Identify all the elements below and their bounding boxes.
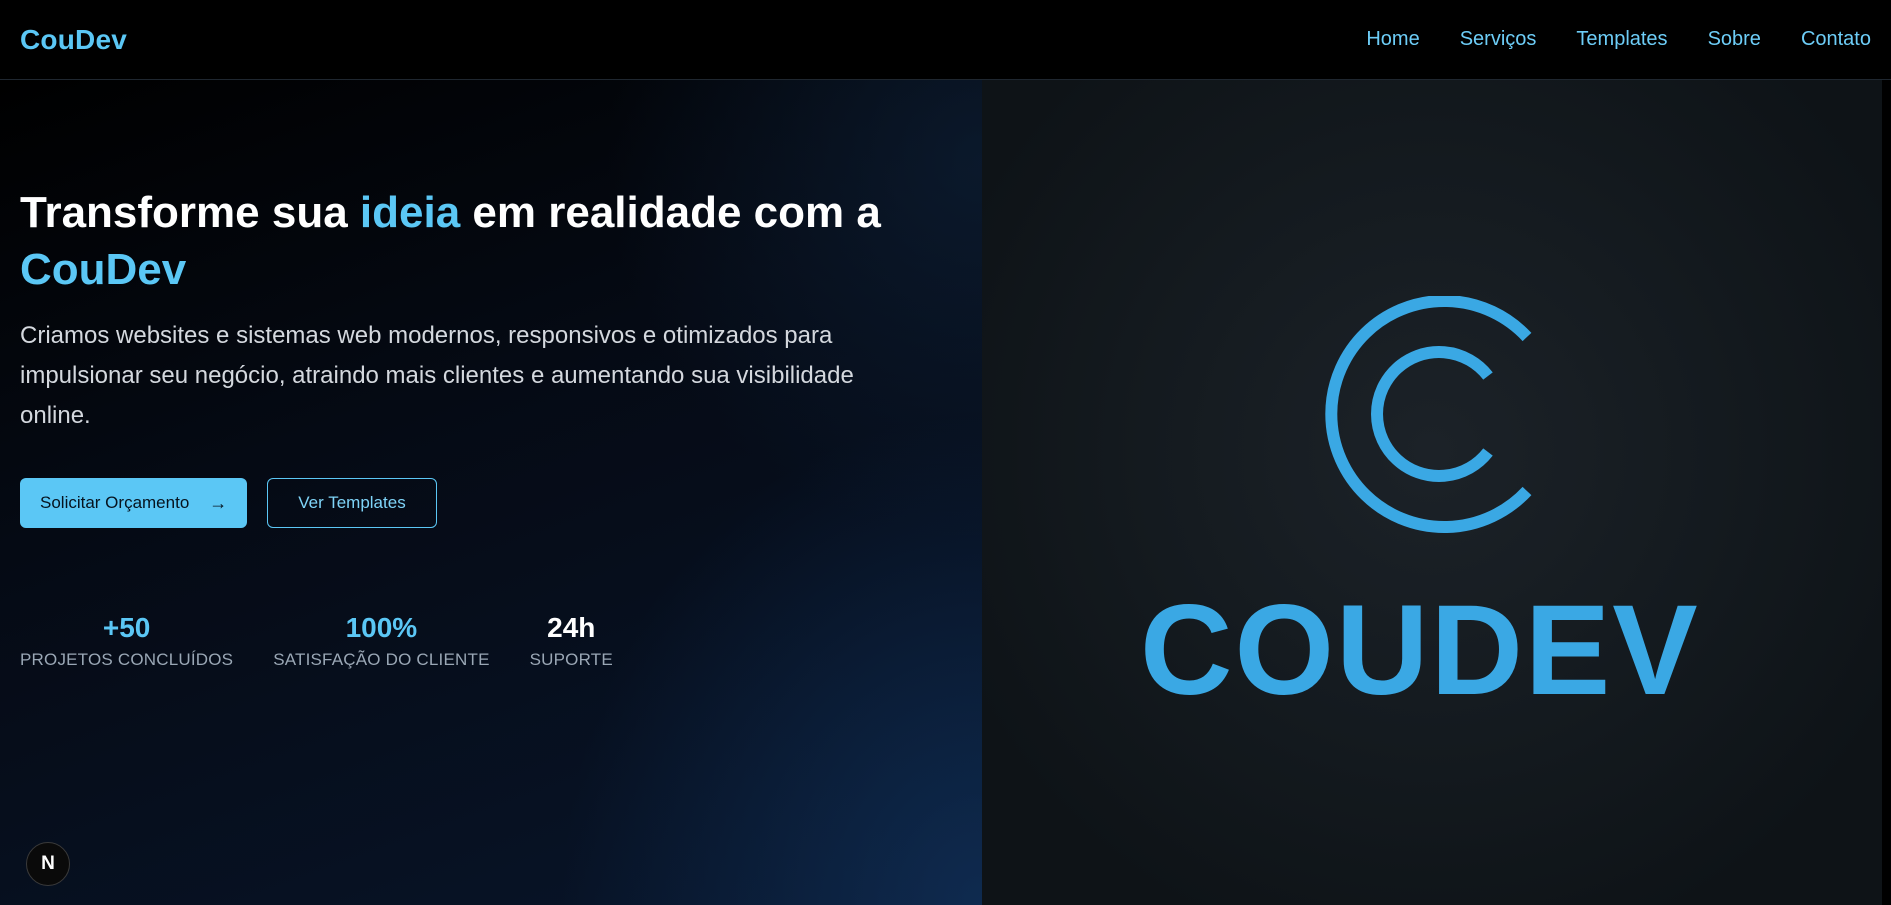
hero-content: Transforme sua ideia em realidade com a C… xyxy=(20,184,920,670)
nav-link-home[interactable]: Home xyxy=(1366,28,1419,51)
hero-headline: Transforme sua ideia em realidade com a C… xyxy=(20,184,920,298)
stat-label: SUPORTE xyxy=(529,650,613,669)
nextjs-dev-badge[interactable]: N xyxy=(26,842,70,886)
nav-link-sobre[interactable]: Sobre xyxy=(1708,28,1761,51)
page: CouDev Home Serviços Templates Sobre Con… xyxy=(0,0,1891,905)
arrow-right-icon: → xyxy=(209,492,228,513)
stat-value: 100% xyxy=(345,612,418,643)
request-quote-label: Solicitar Orçamento xyxy=(40,493,190,512)
headline-text-1: Transforme sua xyxy=(20,188,360,237)
cta-row: Solicitar Orçamento → Ver Templates xyxy=(20,478,920,528)
hero-subtitle: Criamos websites e sistemas web modernos… xyxy=(20,322,854,429)
view-templates-button[interactable]: Ver Templates xyxy=(267,478,437,528)
stat-label: SATISFAÇÃO DO CLIENTE xyxy=(273,650,490,669)
nav-link-templates[interactable]: Templates xyxy=(1576,28,1667,51)
stat-satisfaction: 100% SATISFAÇÃO DO CLIENTE xyxy=(273,612,489,670)
request-quote-button[interactable]: Solicitar Orçamento → xyxy=(20,478,248,528)
stats-row: +50 PROJETOS CONCLUÍDOS 100% SATISFAÇÃO … xyxy=(20,612,920,670)
brand-logo-link[interactable]: CouDev xyxy=(20,24,127,56)
headline-text-2: em realidade com a xyxy=(460,188,881,237)
stat-projects: +50 PROJETOS CONCLUÍDOS xyxy=(20,612,233,670)
stat-support: 24h SUPORTE xyxy=(530,612,613,670)
nav-link-servicos[interactable]: Serviços xyxy=(1460,28,1537,51)
nav-links: Home Serviços Templates Sobre Contato xyxy=(1326,28,1871,51)
stat-label: PROJETOS CONCLUÍDOS xyxy=(20,650,234,669)
coudev-c-logo-icon xyxy=(1325,296,1532,533)
scrollbar-gutter xyxy=(1882,80,1891,905)
coudev-wordmark: COUDEV xyxy=(1140,579,1700,722)
navbar: CouDev Home Serviços Templates Sobre Con… xyxy=(0,0,1891,80)
stat-value: 24h xyxy=(547,612,596,643)
stat-value: +50 xyxy=(102,612,151,643)
headline-accent-brand: CouDev xyxy=(20,245,187,294)
nav-link-contato[interactable]: Contato xyxy=(1801,28,1871,51)
headline-accent-ideia: ideia xyxy=(359,188,461,237)
